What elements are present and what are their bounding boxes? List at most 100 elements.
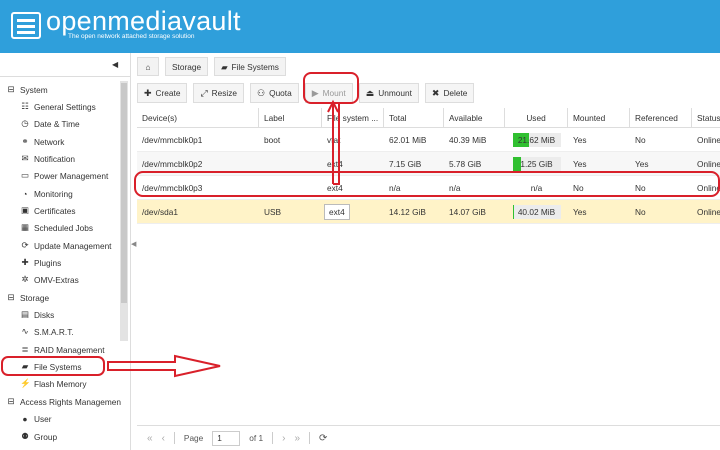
nav-item-power-management[interactable]: ▭ Power Management	[20, 167, 108, 184]
cell-total: n/a	[389, 182, 401, 193]
home-icon: ⌂	[145, 61, 151, 72]
column-header-referenced[interactable]: Referenced	[630, 108, 692, 127]
breadcrumb: ⌂ Storage ▰ File Systems	[137, 57, 286, 77]
sidebar-scrollbar[interactable]	[120, 81, 128, 341]
cell-device: /dev/mmcblk0p3	[142, 182, 203, 193]
calendar-icon: ▦	[20, 222, 30, 232]
cell-mounted: No	[573, 182, 584, 193]
column-header-used[interactable]: Used	[505, 108, 568, 127]
prev-page-icon[interactable]: ‹	[162, 433, 165, 444]
nav-item-general-settings[interactable]: ☷ General Settings	[20, 98, 96, 115]
table-row[interactable]: /dev/sda1 USB ext4 14.12 GiB 14.07 GiB 4…	[137, 200, 720, 224]
breadcrumb-home[interactable]: ⌂	[137, 57, 159, 76]
nav-item-disks[interactable]: ▤ Disks	[20, 306, 54, 323]
usage-bar: 21.62 MiB	[512, 132, 561, 147]
pager-divider	[309, 432, 311, 444]
group-icon: ⚉	[21, 431, 29, 441]
expand-icon: ⤢	[200, 87, 208, 98]
monitoring-icon: ◔	[22, 188, 28, 199]
nav-item-group[interactable]: ⚉ Group	[20, 428, 57, 445]
table-row[interactable]: /dev/mmcblk0p1 boot vfat 62.01 MiB 40.39…	[137, 128, 720, 152]
cell-status: Online	[697, 158, 720, 169]
minus-square-icon: ⊟	[7, 292, 15, 302]
page-count: of 1	[249, 433, 264, 443]
column-header-label[interactable]: Label	[259, 108, 322, 127]
nav-item-plugins[interactable]: ✚ Plugins	[20, 254, 61, 271]
nav-item-flash-memory[interactable]: ⚡ Flash Memory	[20, 375, 87, 392]
scrollbar-thumb[interactable]	[121, 83, 127, 303]
nav-item-user[interactable]: ● User	[20, 410, 51, 427]
cell-filesystem: ext4	[322, 200, 384, 223]
collapse-sidebar-icon[interactable]: ◀	[112, 60, 118, 69]
nav-item-date-time[interactable]: ◷ Date & Time	[20, 115, 79, 132]
column-header-total[interactable]: Total	[384, 108, 444, 127]
pager-divider	[272, 432, 274, 444]
cell-total: 14.12 GiB	[389, 206, 426, 217]
last-page-icon[interactable]: »	[294, 433, 300, 444]
nav-item-update-management[interactable]: ⟳ Update Management	[20, 237, 111, 254]
update-icon: ⟳	[21, 240, 29, 250]
nav-item-monitoring[interactable]: ◔ Monitoring	[20, 185, 72, 202]
cell-filesystem: ext4	[327, 182, 343, 193]
first-page-icon[interactable]: «	[147, 433, 153, 444]
column-header-mounted[interactable]: Mounted	[568, 108, 630, 127]
network-icon: ⚭	[21, 136, 29, 146]
column-header-filesystem[interactable]: File system ...	[322, 108, 384, 127]
breadcrumb-file-systems[interactable]: ▰ File Systems	[214, 57, 286, 76]
nav-item-certificates[interactable]: ▣ Certificates	[20, 202, 76, 219]
next-page-icon[interactable]: ›	[282, 433, 285, 444]
cell-referenced: No	[635, 182, 646, 193]
table-row[interactable]: /dev/mmcblk0p2 ext4 7.15 GiB 5.78 GiB 1.…	[137, 152, 720, 176]
nav-item-scheduled-jobs[interactable]: ▦ Scheduled Jobs	[20, 219, 93, 236]
cell-used: 1.25 GiB	[505, 152, 568, 175]
mount-button[interactable]: ▶ Mount	[304, 83, 353, 103]
toolbar: ✚ Create ⤢ Resize ⚇ Quota ▶ Mount ⏏ Unmount ✖…	[137, 83, 475, 105]
create-button[interactable]: ✚ Create	[137, 83, 188, 103]
breadcrumb-storage[interactable]: Storage	[165, 57, 209, 76]
delete-button[interactable]: ✖ Delete	[424, 83, 475, 103]
sidebar: ◀ ⊟ System ☷ General Settings ◷ Date & Time…	[0, 53, 131, 450]
unmount-button[interactable]: ⏏ Unmount	[358, 83, 419, 103]
power-icon: ▭	[20, 170, 30, 180]
nav-group-system[interactable]: ⊟ System	[6, 81, 47, 98]
table-row[interactable]: /dev/mmcblk0p3 ext4 n/a n/a n/a No No On…	[137, 176, 720, 200]
nav-item-file-systems[interactable]: ▰ File Systems	[20, 358, 82, 375]
cell-available: 5.78 GiB	[449, 158, 482, 169]
resize-button[interactable]: ⤢ Resize	[193, 83, 245, 103]
nav-item-smart[interactable]: ∿ S.M.A.R.T.	[20, 323, 73, 340]
plus-icon: ✚	[144, 87, 152, 98]
cell-device: /dev/sda1	[142, 206, 178, 217]
nav-group-access-rights[interactable]: ⊟ Access Rights Managemen	[6, 393, 121, 410]
column-header-available[interactable]: Available	[444, 108, 505, 127]
database-icon: ≣	[21, 344, 29, 354]
nav-group-storage[interactable]: ⊟ Storage	[6, 289, 49, 306]
filesystems-grid: Device(s) Label File system ... Total Av…	[137, 108, 720, 224]
pagination-bar: « ‹ Page 1 of 1 › » ⟳	[137, 425, 720, 450]
cell-status: Online	[697, 182, 720, 193]
nav-item-notification[interactable]: ✉ Notification	[20, 150, 75, 167]
users-icon: ⚇	[257, 87, 266, 98]
page-number-input[interactable]: 1	[212, 430, 241, 446]
cell-referenced: No	[635, 134, 646, 145]
nav-item-raid-management[interactable]: ≣ RAID Management	[20, 341, 104, 358]
splitter-handle-icon[interactable]: ◀	[131, 240, 136, 256]
cell-mounted: Yes	[573, 134, 587, 145]
nav-item-network[interactable]: ⚭ Network	[20, 133, 64, 150]
column-header-status[interactable]: Status	[692, 108, 720, 127]
column-header-devices[interactable]: Device(s)	[137, 108, 259, 127]
cell-label: boot	[264, 134, 281, 145]
cell-referenced: Yes	[635, 158, 649, 169]
brand-name: openmediavault	[46, 6, 241, 36]
clock-icon: ◷	[21, 118, 29, 128]
nav-item-omv-extras[interactable]: ✲ OMV-Extras	[20, 271, 78, 288]
sidebar-toolbar: ◀	[0, 53, 130, 77]
envelope-icon: ✉	[21, 153, 29, 163]
cell-device: /dev/mmcblk0p2	[142, 158, 203, 169]
play-icon: ▶	[311, 87, 319, 98]
refresh-icon[interactable]: ⟳	[319, 433, 327, 444]
sliders-icon: ☷	[21, 101, 29, 111]
cell-status: Online	[697, 134, 720, 145]
usage-bar: 1.25 GiB	[512, 156, 561, 171]
gears-icon: ✲	[21, 274, 29, 284]
quota-button[interactable]: ⚇ Quota	[250, 83, 299, 103]
